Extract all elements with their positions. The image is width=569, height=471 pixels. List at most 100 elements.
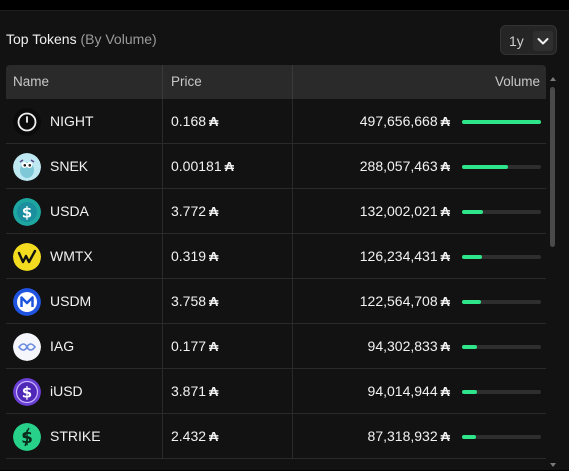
token-name[interactable]: USDM <box>50 293 91 309</box>
column-divider <box>292 65 293 99</box>
volume-bar <box>462 120 541 124</box>
column-divider <box>162 234 163 279</box>
table-row[interactable]: $ iUSD 3.871 ₳ 94,014,944 ₳ <box>6 369 546 414</box>
ada-symbol: ₳ <box>440 294 450 309</box>
volume-bar-fill <box>462 435 476 439</box>
column-divider <box>162 144 163 189</box>
price-value: 3.871 <box>171 383 207 399</box>
volume-bar-fill <box>462 210 483 214</box>
scrollbar-thumb[interactable] <box>550 87 555 247</box>
svg-text:$: $ <box>22 384 32 402</box>
table-row[interactable]: SNEK 0.00181 ₳ 288,057,463 ₳ <box>6 144 546 189</box>
column-divider <box>292 189 293 234</box>
column-divider <box>292 369 293 414</box>
ada-symbol: ₳ <box>440 204 450 219</box>
scrollbar[interactable] <box>549 75 557 471</box>
column-header-name[interactable]: Name <box>13 74 49 89</box>
usdm-icon <box>13 288 41 316</box>
ada-symbol: ₳ <box>440 429 450 444</box>
token-price: 2.432 ₳ <box>171 428 218 444</box>
token-name[interactable]: iUSD <box>50 383 83 399</box>
volume-bar-fill <box>462 120 541 124</box>
table-row[interactable]: WMTX 0.319 ₳ 126,234,431 ₳ <box>6 234 546 279</box>
ada-symbol: ₳ <box>440 384 450 399</box>
ada-symbol: ₳ <box>209 294 219 309</box>
token-volume: 122,564,708 ₳ <box>360 293 450 309</box>
table-row[interactable]: $ USDA 3.772 ₳ 132,002,021 ₳ <box>6 189 546 234</box>
token-volume: 497,656,668 ₳ <box>360 113 450 129</box>
scroll-down-icon[interactable] <box>549 461 557 469</box>
token-price: 0.319 ₳ <box>171 248 218 264</box>
column-header-price[interactable]: Price <box>171 74 202 89</box>
price-value: 3.772 <box>171 203 207 219</box>
volume-value: 122,564,708 <box>359 293 438 309</box>
svg-text:$: $ <box>22 204 32 222</box>
token-volume: 94,014,944 ₳ <box>368 383 450 399</box>
volume-value: 94,014,944 <box>367 383 438 399</box>
column-divider <box>292 279 293 324</box>
iusd-icon: $ <box>13 378 41 406</box>
period-select[interactable]: 1y <box>500 25 557 55</box>
column-divider <box>162 99 163 144</box>
volume-value: 87,318,932 <box>367 428 438 444</box>
volume-bar-fill <box>462 165 508 169</box>
volume-bar <box>462 435 541 439</box>
column-divider <box>162 324 163 369</box>
volume-value: 126,234,431 <box>359 248 438 264</box>
column-divider <box>162 189 163 234</box>
token-name[interactable]: WMTX <box>50 248 93 264</box>
price-value: 0.00181 <box>171 158 222 174</box>
volume-value: 94,302,833 <box>367 338 438 354</box>
strike-icon: $ <box>13 423 41 451</box>
column-divider <box>162 414 163 459</box>
price-value: 2.432 <box>171 428 207 444</box>
snek-icon <box>13 153 41 181</box>
token-volume: 288,057,463 ₳ <box>360 158 450 174</box>
column-divider <box>162 369 163 414</box>
volume-value: 132,002,021 <box>359 203 438 219</box>
price-value: 0.177 <box>171 338 207 354</box>
column-divider <box>292 324 293 369</box>
ada-symbol: ₳ <box>209 204 219 219</box>
token-name[interactable]: SNEK <box>50 158 88 174</box>
column-header-volume[interactable]: Volume <box>495 74 540 89</box>
token-price: 3.758 ₳ <box>171 293 218 309</box>
top-strip <box>0 0 569 10</box>
token-volume: 94,302,833 ₳ <box>368 338 450 354</box>
token-name[interactable]: IAG <box>50 338 74 354</box>
volume-bar-fill <box>462 390 477 394</box>
wmtx-icon <box>13 243 41 271</box>
volume-bar <box>462 390 541 394</box>
title-subtitle: (By Volume) <box>80 31 157 47</box>
volume-bar <box>462 345 541 349</box>
ada-symbol: ₳ <box>224 159 234 174</box>
token-name[interactable]: STRIKE <box>50 428 101 444</box>
ada-symbol: ₳ <box>440 159 450 174</box>
table-row[interactable]: IAG 0.177 ₳ 94,302,833 ₳ <box>6 324 546 369</box>
iag-icon <box>13 333 41 361</box>
token-name[interactable]: USDA <box>50 203 89 219</box>
token-price: 3.871 ₳ <box>171 383 218 399</box>
ada-symbol: ₳ <box>209 249 219 264</box>
table-row[interactable]: NIGHT 0.168 ₳ 497,656,668 ₳ <box>6 99 546 144</box>
volume-bar <box>462 165 541 169</box>
volume-bar <box>462 255 541 259</box>
column-divider <box>292 99 293 144</box>
table-row[interactable]: $ STRIKE 2.432 ₳ 87,318,932 ₳ <box>6 414 546 459</box>
volume-value: 497,656,668 <box>359 113 438 129</box>
ada-symbol: ₳ <box>440 339 450 354</box>
token-volume: 126,234,431 ₳ <box>360 248 450 264</box>
token-volume: 132,002,021 ₳ <box>360 203 450 219</box>
token-name[interactable]: NIGHT <box>50 113 94 129</box>
table-row[interactable]: USDM 3.758 ₳ 122,564,708 ₳ <box>6 279 546 324</box>
column-divider <box>292 144 293 189</box>
column-divider <box>162 65 163 99</box>
volume-bar-fill <box>462 345 477 349</box>
price-value: 0.168 <box>171 113 207 129</box>
ada-symbol: ₳ <box>209 384 219 399</box>
token-price: 0.168 ₳ <box>171 113 218 129</box>
night-icon <box>13 108 41 136</box>
scroll-up-icon[interactable] <box>549 75 557 83</box>
chevron-down-icon <box>533 31 553 51</box>
column-divider <box>292 234 293 279</box>
